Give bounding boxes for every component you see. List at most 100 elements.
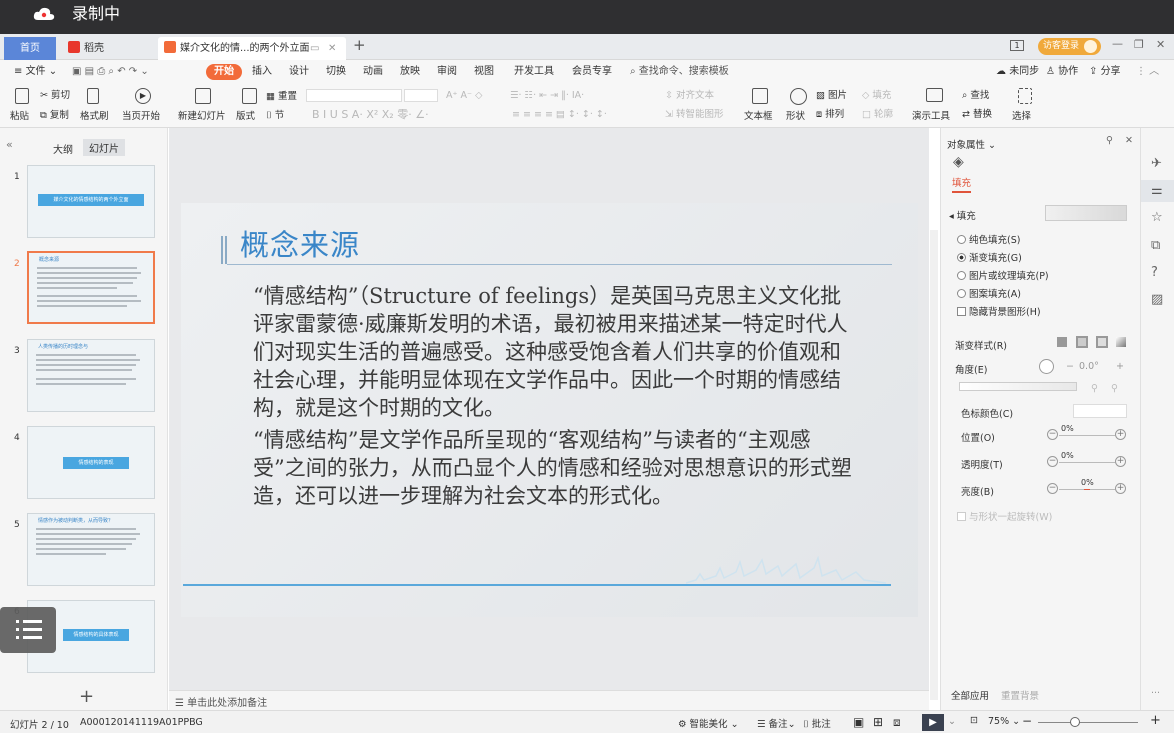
image-icon[interactable]: ▨ bbox=[1151, 292, 1163, 307]
star-icon[interactable]: ☆ bbox=[1151, 210, 1163, 225]
more-tools-icon[interactable]: ··· bbox=[1151, 688, 1160, 699]
collapse-icon[interactable]: « bbox=[6, 138, 13, 151]
slide-thumb-3[interactable]: 人类传播的历时理念与 bbox=[27, 339, 155, 412]
brightness-increment[interactable]: + bbox=[1115, 483, 1126, 494]
slide-thumb-1[interactable]: 媒介文化的情感结构的两个外立面 bbox=[27, 165, 155, 238]
menu-slideshow[interactable]: 放映 bbox=[400, 64, 420, 80]
menu-insert[interactable]: 插入 bbox=[252, 64, 272, 80]
apply-all-button[interactable]: 全部应用 bbox=[951, 688, 989, 702]
fill-bucket-icon[interactable]: ◈ bbox=[953, 154, 964, 170]
menu-member[interactable]: 会员专享 bbox=[572, 64, 612, 80]
close-tab-icon[interactable]: ✕ bbox=[328, 37, 336, 60]
fill-color-select[interactable] bbox=[1045, 205, 1127, 221]
play-current-button[interactable]: 当页开始 bbox=[122, 110, 160, 123]
select-icon[interactable] bbox=[1018, 88, 1032, 104]
minimize-icon[interactable]: — bbox=[1112, 37, 1123, 50]
sorter-view-icon[interactable]: ⊞ bbox=[873, 715, 883, 729]
format-painter-icon[interactable] bbox=[87, 88, 99, 104]
format-painter-button[interactable]: 格式刷 bbox=[80, 110, 109, 123]
notes-button[interactable]: ☰ 备注⌄ bbox=[757, 716, 796, 730]
align-text-button[interactable]: ⇳ 对齐文本 bbox=[665, 89, 714, 102]
font-size-select[interactable] bbox=[404, 89, 438, 102]
menu-design[interactable]: 设计 bbox=[289, 64, 309, 80]
gradient-style-path[interactable] bbox=[1116, 337, 1126, 347]
pattern-fill-option[interactable]: 图案填充(A) bbox=[957, 286, 1021, 300]
new-slide-button[interactable]: 新建幻灯片 bbox=[178, 110, 226, 123]
remove-stop-icon[interactable]: ⚲ bbox=[1111, 383, 1118, 394]
paragraph-tools[interactable]: ≡ ≡ ≡ ≡ ▤ ↕· ↕· ↕· bbox=[512, 108, 607, 121]
select-button[interactable]: 选择 bbox=[1012, 110, 1031, 123]
textbox-icon[interactable] bbox=[752, 88, 768, 104]
zoom-slider[interactable] bbox=[1038, 722, 1138, 723]
gradient-style-rect[interactable] bbox=[1096, 336, 1108, 348]
more-icon[interactable]: ⋮ ︿ bbox=[1136, 64, 1159, 80]
close-panel-icon[interactable]: ✕ bbox=[1125, 135, 1133, 146]
position-increment[interactable]: + bbox=[1115, 429, 1126, 440]
play-icon[interactable]: ▶ bbox=[135, 88, 151, 104]
menu-review[interactable]: 审阅 bbox=[437, 64, 457, 80]
window-count-icon[interactable]: 1 bbox=[1010, 40, 1024, 51]
zoom-out-icon[interactable]: − bbox=[1022, 714, 1032, 728]
reset-background-button[interactable]: 重置背景 bbox=[1001, 688, 1039, 702]
angle-decrement[interactable]: − bbox=[1066, 361, 1074, 372]
sync-button[interactable]: ☁ 未同步 bbox=[996, 64, 1039, 80]
find-button[interactable]: ⌕ 查找 bbox=[962, 89, 989, 102]
font-name-select[interactable] bbox=[306, 89, 402, 102]
copy-icon[interactable]: ⧉ bbox=[1151, 238, 1160, 253]
angle-increment[interactable]: + bbox=[1116, 361, 1124, 372]
font-size-tools[interactable]: A⁺ A⁻ ◇ bbox=[446, 89, 482, 102]
gradient-style-radial[interactable] bbox=[1076, 336, 1088, 348]
sliders-icon[interactable]: ⚌ bbox=[1151, 183, 1163, 198]
slide-body-text[interactable]: “情感结构”（Structure of feelings）是英国马克思主义文化批… bbox=[253, 282, 858, 514]
slide-thumb-5[interactable]: 情感作为被动判断类，从而导致？ bbox=[27, 513, 155, 586]
zoom-level[interactable]: 75% ⌄ bbox=[988, 716, 1020, 727]
slide-thumb-4[interactable]: 情感结构的表现 bbox=[27, 426, 155, 499]
transparency-increment[interactable]: + bbox=[1115, 456, 1126, 467]
brightness-decrement[interactable]: − bbox=[1047, 483, 1058, 494]
menu-file[interactable]: ≡ 文件 ⌄ bbox=[14, 64, 57, 80]
add-stop-icon[interactable]: ⚲ bbox=[1091, 383, 1098, 394]
outline-button[interactable]: □ 轮廓 bbox=[862, 108, 893, 121]
zoom-in-icon[interactable]: + bbox=[1150, 713, 1161, 728]
tab-fill[interactable]: 填充 bbox=[952, 175, 972, 193]
add-slide-icon[interactable]: + bbox=[79, 686, 94, 707]
rotate-with-shape-checkbox[interactable]: 与形状一起旋转(W) bbox=[957, 509, 1052, 523]
replace-button[interactable]: ⇄ 替换 bbox=[962, 108, 992, 121]
transparency-decrement[interactable]: − bbox=[1047, 456, 1058, 467]
layout-button[interactable]: 版式 bbox=[236, 110, 255, 123]
brightness-slider[interactable] bbox=[1059, 489, 1115, 490]
textbox-button[interactable]: 文本框 bbox=[744, 110, 773, 123]
notes-area[interactable]: ☰ 单击此处添加备注 bbox=[169, 690, 929, 710]
present-tools-icon[interactable] bbox=[926, 88, 943, 102]
picture-button[interactable]: ▨ 图片 bbox=[816, 89, 847, 102]
menu-start[interactable]: 开始 bbox=[206, 64, 242, 80]
slide-title[interactable]: 概念来源 bbox=[240, 222, 360, 264]
collab-button[interactable]: ♙ 协作 bbox=[1046, 64, 1078, 80]
new-tab-icon[interactable]: + bbox=[353, 36, 366, 54]
gradient-style-linear[interactable] bbox=[1057, 337, 1067, 347]
tab-home[interactable]: 首页 bbox=[4, 37, 56, 60]
transparency-slider[interactable] bbox=[1059, 462, 1115, 463]
help-icon[interactable]: ? bbox=[1151, 265, 1158, 280]
pin-icon[interactable]: ⚲ bbox=[1106, 135, 1113, 146]
floating-menu-button[interactable] bbox=[0, 607, 56, 653]
restore-icon[interactable]: ❐ bbox=[1134, 38, 1144, 51]
fill-section[interactable]: ◂ 填充 bbox=[949, 208, 976, 222]
cut-button[interactable]: ✂ 剪切 bbox=[40, 89, 70, 102]
picture-fill-option[interactable]: 图片或纹理填充(P) bbox=[957, 268, 1049, 282]
play-slideshow-button[interactable]: ▶ bbox=[922, 714, 944, 731]
text-format-tools[interactable]: B I U S A· X² X₂ 零· ∠· bbox=[312, 108, 429, 121]
reading-view-icon[interactable]: ⧈ bbox=[893, 715, 901, 730]
gradient-fill-option[interactable]: 渐变填充(G) bbox=[957, 250, 1022, 264]
shape-button[interactable]: 形状 bbox=[786, 110, 805, 123]
close-window-icon[interactable]: ✕ bbox=[1156, 38, 1165, 51]
paste-icon[interactable] bbox=[15, 88, 29, 104]
tab-document[interactable]: 媒介文化的情...的两个外立面 ▭ ✕ bbox=[158, 37, 346, 60]
scrollbar[interactable] bbox=[930, 230, 938, 700]
comment-button[interactable]: ⌷ 批注 bbox=[803, 716, 831, 730]
rocket-icon[interactable]: ✈ bbox=[1151, 156, 1162, 171]
section-button[interactable]: ⌷ 节 bbox=[266, 109, 284, 122]
monitor-icon[interactable]: ▭ bbox=[310, 37, 319, 60]
menu-animation[interactable]: 动画 bbox=[363, 64, 383, 80]
command-search[interactable]: ⌕ 查找命令、搜索模板 bbox=[630, 64, 729, 80]
